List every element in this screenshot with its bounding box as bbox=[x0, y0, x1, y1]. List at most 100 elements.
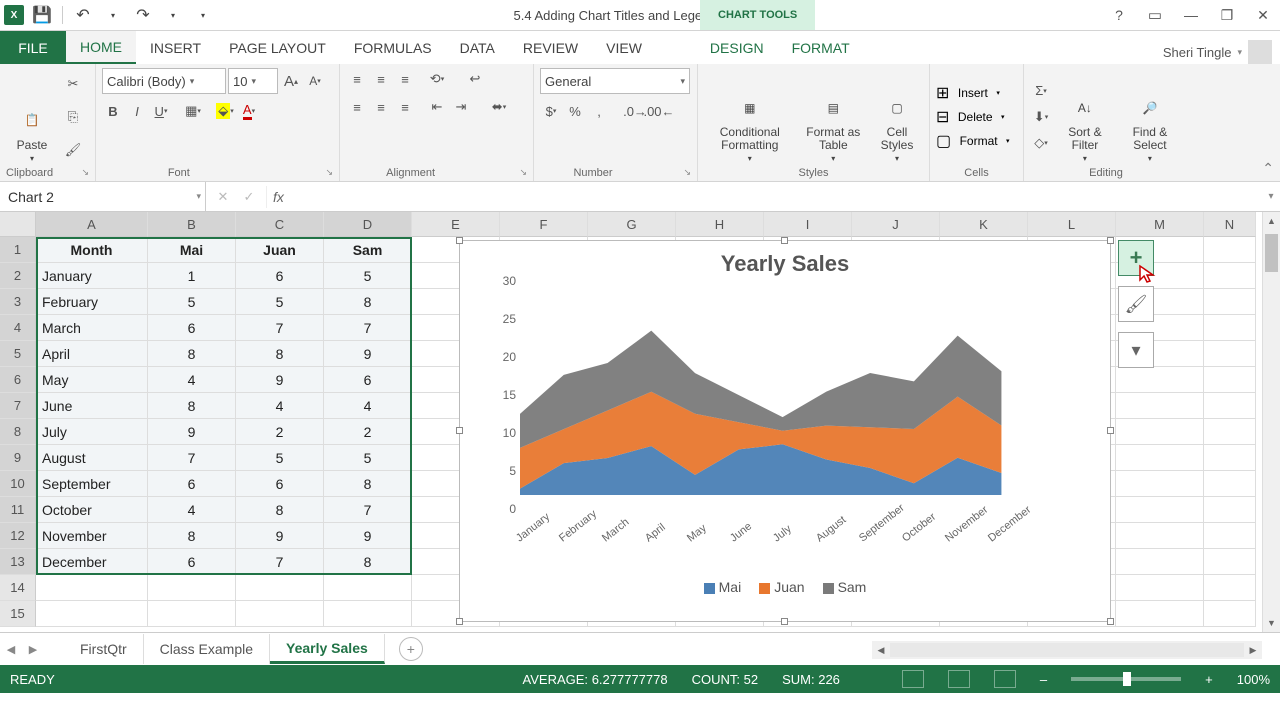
cell-B8[interactable]: 9 bbox=[148, 419, 236, 445]
merge-center-icon[interactable]: ⬌▾ bbox=[488, 96, 510, 118]
cell-A8[interactable]: July bbox=[36, 419, 148, 445]
cell-N6[interactable] bbox=[1204, 367, 1256, 393]
cell-D12[interactable]: 9 bbox=[324, 523, 412, 549]
row-header-13[interactable]: 13 bbox=[0, 549, 36, 575]
cell-D7[interactable]: 4 bbox=[324, 393, 412, 419]
cell-styles-button[interactable]: ▢Cell Styles▾ bbox=[871, 68, 923, 165]
cell-N10[interactable] bbox=[1204, 471, 1256, 497]
cell-B7[interactable]: 8 bbox=[148, 393, 236, 419]
format-tab[interactable]: FORMAT bbox=[778, 31, 864, 64]
sort-filter-button[interactable]: A↓Sort & Filter▾ bbox=[1056, 68, 1114, 165]
cell-B5[interactable]: 8 bbox=[148, 341, 236, 367]
help-icon[interactable]: ? bbox=[1102, 0, 1136, 30]
normal-view-icon[interactable] bbox=[902, 670, 924, 688]
sheet-tab-firstqtr[interactable]: FirstQtr bbox=[64, 634, 144, 664]
cell-A12[interactable]: November bbox=[36, 523, 148, 549]
row-header-2[interactable]: 2 bbox=[0, 263, 36, 289]
dec-decimal-icon[interactable]: .00← bbox=[648, 100, 670, 122]
chart-elements-button[interactable]: + bbox=[1118, 240, 1154, 276]
row-header-3[interactable]: 3 bbox=[0, 289, 36, 315]
sheet-tab-class-example[interactable]: Class Example bbox=[144, 634, 270, 664]
number-format-combo[interactable]: General▾ bbox=[540, 68, 690, 94]
chart-object[interactable]: Yearly Sales 051015202530 JanuaryFebruar… bbox=[459, 240, 1111, 622]
accounting-format-icon[interactable]: $▾ bbox=[540, 100, 562, 122]
formulas-tab[interactable]: FORMULAS bbox=[340, 31, 446, 64]
chart-filters-button[interactable]: ▾ bbox=[1118, 332, 1154, 368]
row-header-7[interactable]: 7 bbox=[0, 393, 36, 419]
cell-N9[interactable] bbox=[1204, 445, 1256, 471]
cell-B6[interactable]: 4 bbox=[148, 367, 236, 393]
col-header-J[interactable]: J bbox=[852, 212, 940, 237]
underline-button[interactable]: U▾ bbox=[150, 100, 172, 122]
sheet-nav-next-icon[interactable]: ▶ bbox=[22, 633, 44, 665]
cell-D13[interactable]: 8 bbox=[324, 549, 412, 575]
vertical-scrollbar[interactable]: ▲ ▼ bbox=[1262, 212, 1280, 632]
col-header-G[interactable]: G bbox=[588, 212, 676, 237]
cell-C4[interactable]: 7 bbox=[236, 315, 324, 341]
col-header-I[interactable]: I bbox=[764, 212, 852, 237]
cell-B13[interactable]: 6 bbox=[148, 549, 236, 575]
row-header-11[interactable]: 11 bbox=[0, 497, 36, 523]
expand-formula-bar-icon[interactable]: ▾ bbox=[1262, 191, 1280, 202]
cell-A10[interactable]: September bbox=[36, 471, 148, 497]
cell-B4[interactable]: 6 bbox=[148, 315, 236, 341]
italic-button[interactable]: I bbox=[126, 100, 148, 122]
cell-B3[interactable]: 5 bbox=[148, 289, 236, 315]
cell-D5[interactable]: 9 bbox=[324, 341, 412, 367]
fx-icon[interactable]: fx bbox=[267, 189, 290, 205]
inc-indent-icon[interactable]: ⇥ bbox=[450, 96, 472, 118]
cell-N7[interactable] bbox=[1204, 393, 1256, 419]
font-color-icon[interactable]: A▾ bbox=[238, 100, 260, 122]
sheet-nav-prev-icon[interactable]: ◀ bbox=[0, 633, 22, 665]
name-box[interactable]: Chart 2▾ bbox=[0, 182, 206, 212]
cell-B10[interactable]: 6 bbox=[148, 471, 236, 497]
cell-A7[interactable]: June bbox=[36, 393, 148, 419]
page-layout-view-icon[interactable] bbox=[948, 670, 970, 688]
cell-D10[interactable]: 8 bbox=[324, 471, 412, 497]
undo-drop-icon[interactable]: ▾ bbox=[101, 3, 125, 27]
alignment-launcher-icon[interactable]: ↘ bbox=[519, 167, 527, 178]
cell-B12[interactable]: 8 bbox=[148, 523, 236, 549]
insert-tab[interactable]: INSERT bbox=[136, 31, 215, 64]
col-header-L[interactable]: L bbox=[1028, 212, 1116, 237]
cell-N1[interactable] bbox=[1204, 237, 1256, 263]
col-header-E[interactable]: E bbox=[412, 212, 500, 237]
cell-C1[interactable]: Juan bbox=[236, 237, 324, 263]
comma-format-icon[interactable]: , bbox=[588, 100, 610, 122]
cell-C12[interactable]: 9 bbox=[236, 523, 324, 549]
row-header-6[interactable]: 6 bbox=[0, 367, 36, 393]
row-header-9[interactable]: 9 bbox=[0, 445, 36, 471]
autosum-icon[interactable]: Σ▾ bbox=[1030, 80, 1052, 102]
cells-delete-button[interactable]: ⊟ Delete ▾ bbox=[936, 107, 1017, 127]
home-tab[interactable]: HOME bbox=[66, 31, 136, 64]
cell-D4[interactable]: 7 bbox=[324, 315, 412, 341]
formula-input[interactable] bbox=[290, 182, 1262, 212]
col-header-C[interactable]: C bbox=[236, 212, 324, 237]
borders-icon[interactable]: ▦▾ bbox=[182, 100, 204, 122]
cell-M7[interactable] bbox=[1116, 393, 1204, 419]
format-painter-icon[interactable]: 🖌 bbox=[62, 139, 84, 161]
minimize-icon[interactable]: — bbox=[1174, 0, 1208, 30]
cell-D9[interactable]: 5 bbox=[324, 445, 412, 471]
cell-C14[interactable] bbox=[236, 575, 324, 601]
enter-formula-icon[interactable]: ✓ bbox=[238, 186, 260, 208]
chart-styles-button[interactable]: 🖌 bbox=[1118, 286, 1154, 322]
align-bottom-icon[interactable]: ≡ bbox=[394, 68, 416, 90]
close-icon[interactable]: ✕ bbox=[1246, 0, 1280, 30]
cell-N13[interactable] bbox=[1204, 549, 1256, 575]
grow-font-icon[interactable]: A▴ bbox=[280, 70, 302, 92]
cell-C13[interactable]: 7 bbox=[236, 549, 324, 575]
col-header-H[interactable]: H bbox=[676, 212, 764, 237]
user-avatar[interactable] bbox=[1248, 40, 1272, 64]
cell-D11[interactable]: 7 bbox=[324, 497, 412, 523]
undo-icon[interactable]: ↶ bbox=[71, 3, 95, 27]
align-left-icon[interactable]: ≡ bbox=[346, 96, 368, 118]
font-name-combo[interactable]: Calibri (Body)▾ bbox=[102, 68, 226, 94]
align-middle-icon[interactable]: ≡ bbox=[370, 68, 392, 90]
cell-D14[interactable] bbox=[324, 575, 412, 601]
zoom-in-icon[interactable]: + bbox=[1205, 672, 1213, 687]
font-launcher-icon[interactable]: ↘ bbox=[325, 167, 333, 178]
wrap-text-icon[interactable]: ↩ bbox=[464, 68, 486, 90]
save-icon[interactable]: 💾 bbox=[30, 3, 54, 27]
cell-B1[interactable]: Mai bbox=[148, 237, 236, 263]
